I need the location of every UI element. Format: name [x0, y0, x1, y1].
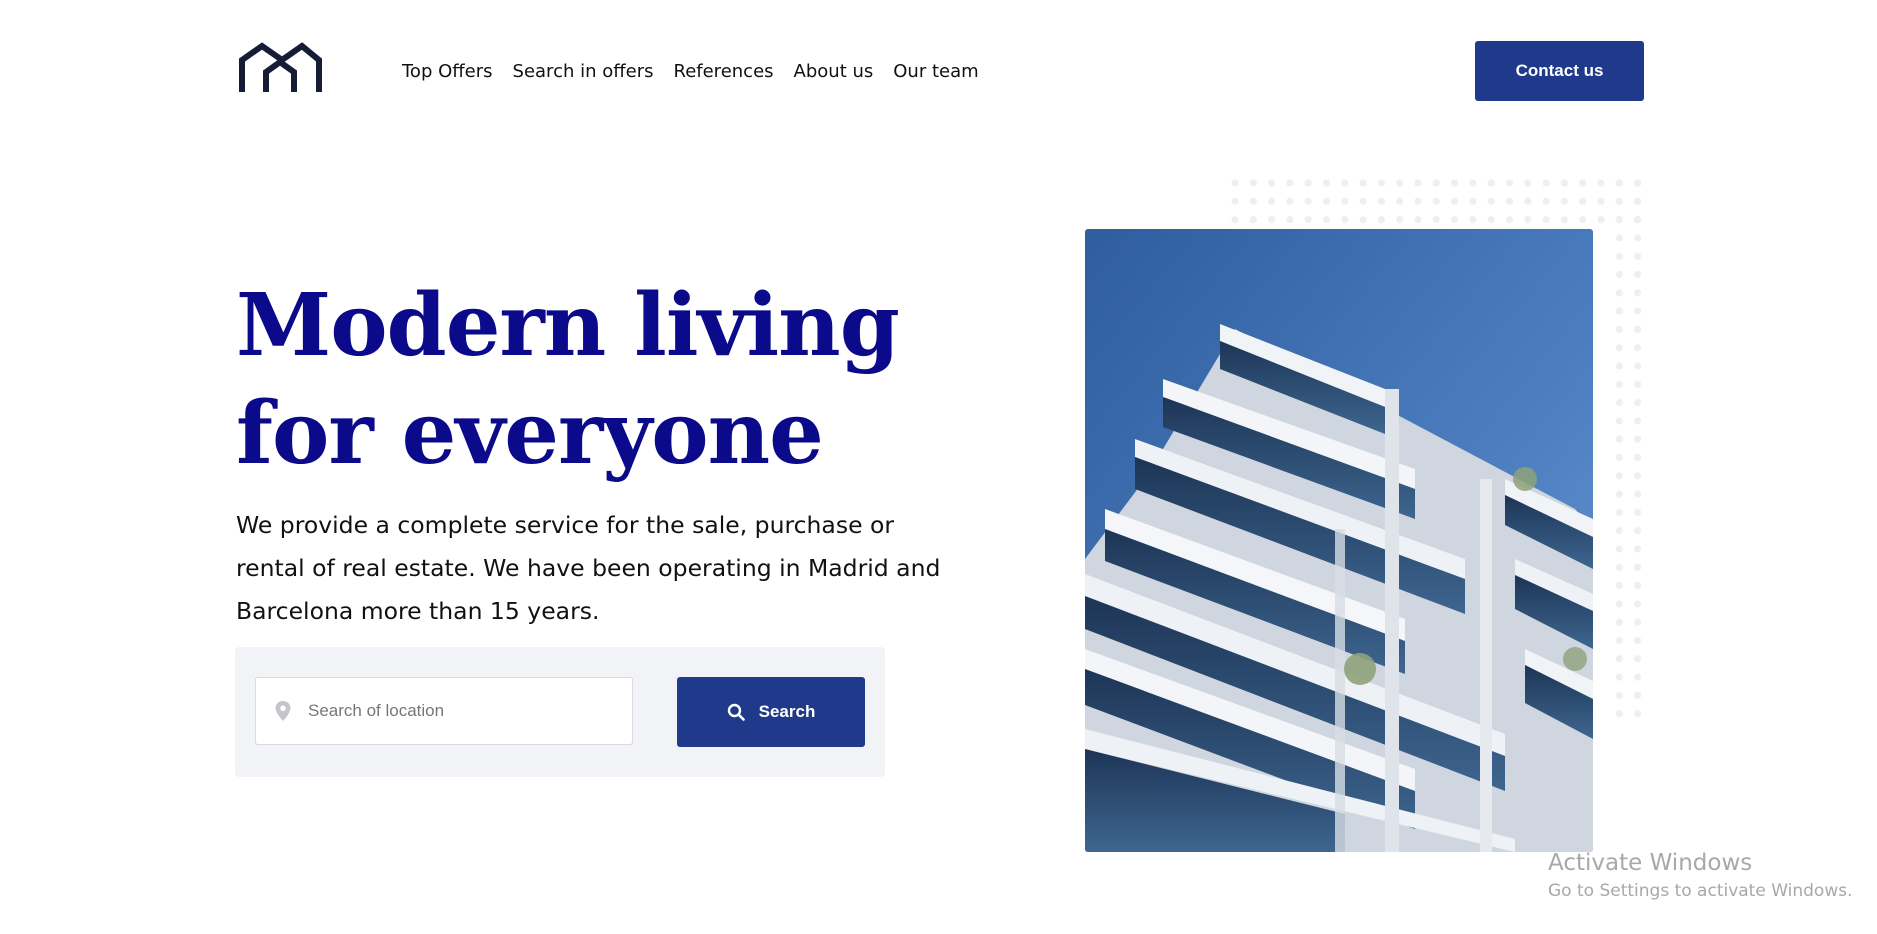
nav-about-us[interactable]: About us: [794, 60, 874, 84]
house-outline-logo-icon[interactable]: [238, 40, 322, 96]
windows-activation-watermark: Activate Windows Go to Settings to activ…: [1548, 848, 1853, 904]
nav-search-in-offers[interactable]: Search in offers: [513, 60, 654, 84]
watermark-subtitle: Go to Settings to activate Windows.: [1548, 881, 1853, 901]
watermark-title: Activate Windows: [1548, 850, 1753, 876]
search-button[interactable]: Search: [677, 677, 865, 747]
search-button-label: Search: [758, 702, 816, 721]
contact-us-button[interactable]: Contact us: [1475, 41, 1644, 101]
nav-top-offers[interactable]: Top Offers: [402, 60, 493, 84]
modern-apartment-building-photo: [1085, 229, 1593, 852]
main-nav: Top Offers Search in offers References A…: [402, 60, 999, 84]
hero-headline-line-2: for everyone: [236, 383, 824, 484]
hero-headline: Modern living for everyone: [236, 272, 936, 488]
hero-description: We provide a complete service for the sa…: [236, 511, 941, 625]
landing-page: Top Offers Search in offers References A…: [0, 0, 1877, 934]
nav-references[interactable]: References: [674, 60, 774, 84]
location-search-panel: Search: [235, 647, 885, 777]
nav-our-team[interactable]: Our team: [893, 60, 978, 84]
hero-headline-line-1: Modern living: [236, 275, 900, 376]
location-pin-icon: [275, 701, 291, 721]
location-search-input[interactable]: [306, 700, 610, 722]
location-search-field[interactable]: [255, 677, 633, 745]
search-icon: [727, 703, 745, 721]
